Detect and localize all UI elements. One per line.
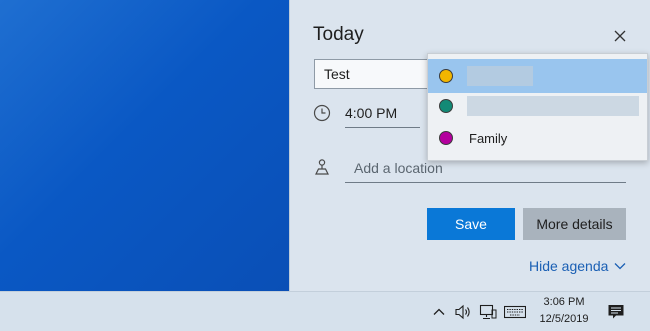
- clock-time: 3:06 PM: [543, 296, 585, 308]
- network-icon: [479, 304, 497, 320]
- close-icon: [614, 30, 626, 42]
- calendar-picker-dropdown: Family: [427, 53, 648, 161]
- keyboard-icon: [504, 305, 526, 319]
- action-center-button[interactable]: [606, 302, 626, 322]
- flyout-title: Today: [313, 24, 364, 45]
- hide-agenda-link[interactable]: Hide agenda: [529, 258, 626, 274]
- calendar-name-redacted: [467, 66, 533, 86]
- calendar-option-family[interactable]: Family: [428, 121, 647, 155]
- speaker-icon: [455, 304, 470, 320]
- notification-icon: [608, 305, 624, 319]
- close-button[interactable]: [608, 24, 632, 48]
- clock-date: 12/5/2019: [539, 313, 589, 325]
- show-hidden-icons-button[interactable]: [432, 302, 446, 322]
- location-pin-icon: [315, 159, 329, 175]
- chevron-down-icon: [614, 263, 626, 270]
- desktop-background: [0, 0, 289, 291]
- volume-button[interactable]: [453, 302, 473, 322]
- calendar-option-label: Family: [469, 130, 508, 146]
- screen: Today Test 4:00 PM Add a location Save M…: [0, 0, 650, 331]
- taskbar: 3:06 PM 12/5/2019: [0, 291, 650, 331]
- touch-keyboard-button[interactable]: [503, 302, 527, 322]
- more-details-button[interactable]: More details: [523, 208, 626, 240]
- calendar-color-dot: [439, 131, 453, 145]
- hide-agenda-label: Hide agenda: [529, 258, 609, 274]
- network-button[interactable]: [478, 302, 498, 322]
- save-button[interactable]: Save: [427, 208, 515, 240]
- chevron-up-icon: [433, 308, 445, 315]
- calendar-color-dot: [439, 69, 453, 83]
- taskbar-clock[interactable]: 3:06 PM 12/5/2019: [536, 294, 592, 328]
- start-time-field[interactable]: 4:00 PM: [345, 100, 420, 128]
- clock-icon: [313, 104, 331, 122]
- calendar-option[interactable]: [428, 89, 647, 123]
- calendar-color-dot: [439, 99, 453, 113]
- calendar-name-redacted: [467, 96, 639, 116]
- calendar-option[interactable]: [428, 59, 647, 93]
